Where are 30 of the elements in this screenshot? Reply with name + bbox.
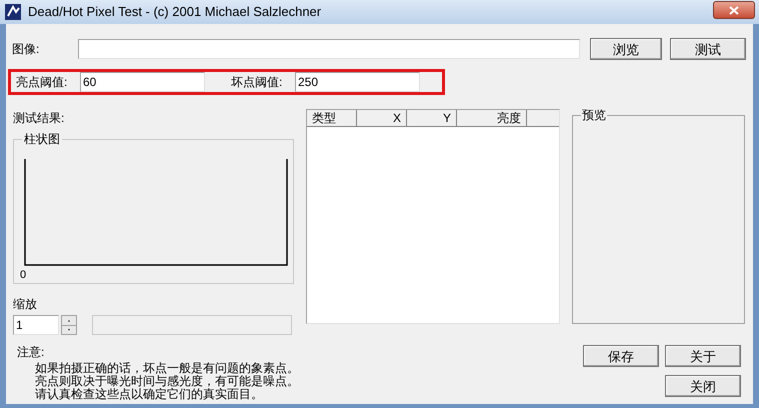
push-button[interactable]: 关于 [665, 345, 741, 367]
text-field[interactable]: 250 [295, 72, 420, 92]
text-field[interactable] [78, 39, 580, 59]
field-label: 图像: [12, 41, 40, 58]
close-button[interactable] [713, 1, 755, 19]
group-title: 预览 [581, 107, 607, 123]
axis-label: 0 [20, 268, 26, 282]
note-label: 注意: [17, 345, 46, 360]
field-label: 坏点阈值: [231, 74, 284, 91]
note-text: 亮点则取决于曝光时间与感光度，有可能是噪点。 [35, 375, 300, 388]
group-title: 柱状图 [22, 131, 62, 147]
note-text: 请认真检查这些点以确定它们的真实面目。 [35, 388, 264, 401]
note-text: 如果拍摄正确的话，坏点一般是有问题的象素点。 [35, 362, 300, 375]
push-button[interactable]: 关闭 [665, 375, 741, 397]
column-header[interactable]: 亮度 [457, 110, 527, 126]
push-button[interactable]: 测试 [670, 38, 746, 60]
push-button[interactable]: 浏览 [590, 38, 662, 60]
app-icon [4, 3, 22, 21]
column-header[interactable]: Y [407, 110, 457, 126]
column-header[interactable]: 类型 [307, 110, 357, 126]
window-title: Dead/Hot Pixel Test - (c) 2001 Michael Salzlechner [28, 3, 322, 22]
push-button[interactable]: 保存 [583, 345, 659, 367]
section-label: 测试结果: [13, 110, 66, 127]
spin-buttons[interactable] [61, 315, 77, 335]
text-field[interactable]: 1 [13, 315, 59, 335]
close-icon [729, 6, 739, 14]
field-label: 缩放 [13, 296, 38, 313]
column-header[interactable]: X [357, 110, 407, 126]
field-label: 亮点阈值: [16, 74, 68, 91]
text-field[interactable]: 60 [80, 72, 205, 92]
